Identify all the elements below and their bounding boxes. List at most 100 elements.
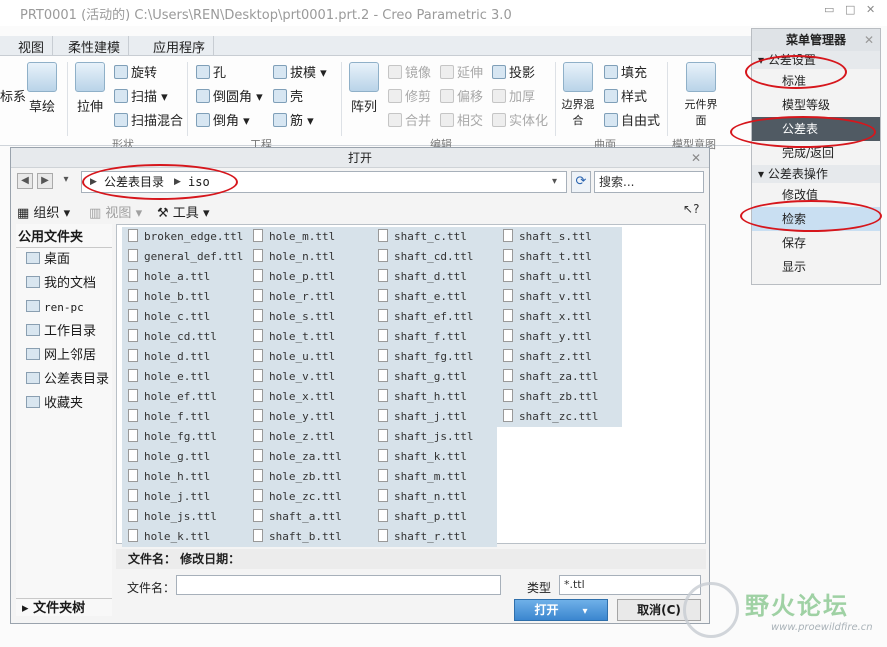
sweep-button[interactable]: 扫描 ▾	[114, 86, 168, 105]
maximize-icon[interactable]: □	[845, 3, 855, 16]
extend-button[interactable]: 延伸	[440, 62, 483, 81]
views-button[interactable]: ▥ 视图 ▾	[89, 202, 142, 221]
file-item[interactable]: shaft_za.ttl	[497, 367, 622, 387]
hole-button[interactable]: 孔	[196, 62, 226, 81]
file-item[interactable]: hole_za.ttl	[247, 447, 372, 467]
section-table-operations[interactable]: ▾ 公差表操作	[752, 165, 880, 183]
dialog-close-icon[interactable]: ✕	[691, 148, 701, 168]
file-item[interactable]: hole_z.ttl	[247, 427, 372, 447]
offset-button[interactable]: 偏移	[440, 86, 483, 105]
search-input[interactable]: 搜索...	[594, 171, 704, 193]
file-item[interactable]: shaft_zb.ttl	[497, 387, 622, 407]
extrude-button[interactable]: 拉伸	[72, 62, 108, 115]
file-item[interactable]: shaft_t.ttl	[497, 247, 622, 267]
file-item[interactable]: hole_x.ttl	[247, 387, 372, 407]
refresh-icon[interactable]: ⟳	[571, 171, 591, 193]
file-item[interactable]: shaft_a.ttl	[247, 507, 372, 527]
style-button[interactable]: 样式	[604, 86, 647, 105]
tab-applications[interactable]: 应用程序	[145, 36, 215, 56]
file-item[interactable]: shaft_js.ttl	[372, 427, 497, 447]
file-item[interactable]: hole_p.ttl	[247, 267, 372, 287]
menu-item-save[interactable]: 保存	[752, 231, 880, 255]
file-item[interactable]: shaft_z.ttl	[497, 347, 622, 367]
swept-blend-button[interactable]: 扫描混合	[114, 110, 183, 129]
file-item[interactable]: shaft_fg.ttl	[372, 347, 497, 367]
file-item[interactable]: shaft_c.ttl	[372, 227, 497, 247]
rib-button[interactable]: 筋 ▾	[273, 110, 314, 129]
mirror-button[interactable]: 镜像	[388, 62, 431, 81]
file-item[interactable]: shaft_b.ttl	[247, 527, 372, 547]
file-item[interactable]: hole_cd.ttl	[122, 327, 247, 347]
file-item[interactable]: shaft_k.ttl	[372, 447, 497, 467]
fill-button[interactable]: 填充	[604, 62, 647, 81]
file-item[interactable]: shaft_m.ttl	[372, 467, 497, 487]
minimize-icon[interactable]: ▭	[824, 3, 834, 16]
file-item[interactable]: hole_r.ttl	[247, 287, 372, 307]
file-item[interactable]: hole_ef.ttl	[122, 387, 247, 407]
file-item[interactable]: shaft_x.ttl	[497, 307, 622, 327]
file-item[interactable]: hole_y.ttl	[247, 407, 372, 427]
file-item[interactable]: hole_n.ttl	[247, 247, 372, 267]
menu-item-show[interactable]: 显示	[752, 255, 880, 279]
organize-button[interactable]: ▦ 组织 ▾	[17, 202, 70, 221]
pattern-button[interactable]: 阵列	[347, 62, 381, 115]
file-item[interactable]: shaft_h.ttl	[372, 387, 497, 407]
forward-icon[interactable]: ▶	[37, 173, 53, 189]
intersect-button[interactable]: 相交	[440, 110, 483, 129]
file-item[interactable]: shaft_s.ttl	[497, 227, 622, 247]
menu-item-model-grade[interactable]: 模型等级	[752, 93, 880, 117]
folder-favorites[interactable]: 收藏夹	[16, 392, 112, 416]
file-item[interactable]: hole_m.ttl	[247, 227, 372, 247]
folder-desktop[interactable]: 桌面	[16, 248, 112, 272]
file-item[interactable]: shaft_ef.ttl	[372, 307, 497, 327]
file-item[interactable]: shaft_p.ttl	[372, 507, 497, 527]
merge-button[interactable]: 合并	[388, 110, 431, 129]
thicken-button[interactable]: 加厚	[492, 86, 535, 105]
folder-tolerance-tables[interactable]: 公差表目录	[16, 368, 112, 392]
file-item[interactable]: shaft_j.ttl	[372, 407, 497, 427]
open-button[interactable]: 打开 ▾	[514, 599, 608, 621]
freestyle-button[interactable]: 自由式	[604, 110, 660, 129]
file-item[interactable]: hole_g.ttl	[122, 447, 247, 467]
file-type-select[interactable]: *.ttl	[559, 575, 701, 595]
tools-button[interactable]: ⚒ 工具 ▾	[157, 202, 209, 221]
file-item[interactable]: hole_v.ttl	[247, 367, 372, 387]
file-item[interactable]: shaft_n.ttl	[372, 487, 497, 507]
chamfer-button[interactable]: 倒角 ▾	[196, 110, 250, 129]
round-button[interactable]: 倒圆角 ▾	[196, 86, 263, 105]
file-item[interactable]: hole_h.ttl	[122, 467, 247, 487]
tab-view[interactable]: 视图	[10, 36, 54, 56]
trim-button[interactable]: 修剪	[388, 86, 431, 105]
file-item[interactable]: shaft_g.ttl	[372, 367, 497, 387]
file-item[interactable]: shaft_e.ttl	[372, 287, 497, 307]
file-item[interactable]: general_def.ttl	[122, 247, 247, 267]
sketch-button[interactable]: 草绘	[22, 62, 62, 115]
folder-tree-toggle[interactable]: ▸ 文件夹树	[16, 598, 112, 618]
component-interface-button[interactable]: 元件界面	[680, 62, 722, 128]
solidify-button[interactable]: 实体化	[492, 110, 548, 129]
help-icon[interactable]: ↖?	[683, 202, 699, 216]
open-dropdown-icon[interactable]: ▾	[582, 606, 587, 617]
file-item[interactable]: hole_js.ttl	[122, 507, 247, 527]
address-dropdown-icon[interactable]: ▾	[552, 172, 557, 192]
file-item[interactable]: shaft_v.ttl	[497, 287, 622, 307]
file-item[interactable]: hole_zb.ttl	[247, 467, 372, 487]
history-dropdown-icon[interactable]: ▾	[58, 173, 74, 189]
close-icon[interactable]: ✕	[864, 29, 874, 51]
file-item[interactable]: hole_zc.ttl	[247, 487, 372, 507]
file-item[interactable]: shaft_f.ttl	[372, 327, 497, 347]
shell-button[interactable]: 壳	[273, 86, 303, 105]
file-item[interactable]: hole_b.ttl	[122, 287, 247, 307]
file-item[interactable]: shaft_cd.ttl	[372, 247, 497, 267]
file-item[interactable]: hole_c.ttl	[122, 307, 247, 327]
file-item[interactable]: hole_k.ttl	[122, 527, 247, 547]
folder-my-documents[interactable]: 我的文档	[16, 272, 112, 296]
revolve-button[interactable]: 旋转	[114, 62, 157, 81]
draft-button[interactable]: 拔模 ▾	[273, 62, 327, 81]
folder-network[interactable]: 网上邻居	[16, 344, 112, 368]
file-item[interactable]: hole_u.ttl	[247, 347, 372, 367]
file-item[interactable]: hole_e.ttl	[122, 367, 247, 387]
file-item[interactable]: hole_d.ttl	[122, 347, 247, 367]
file-item[interactable]: hole_fg.ttl	[122, 427, 247, 447]
file-item[interactable]: hole_f.ttl	[122, 407, 247, 427]
